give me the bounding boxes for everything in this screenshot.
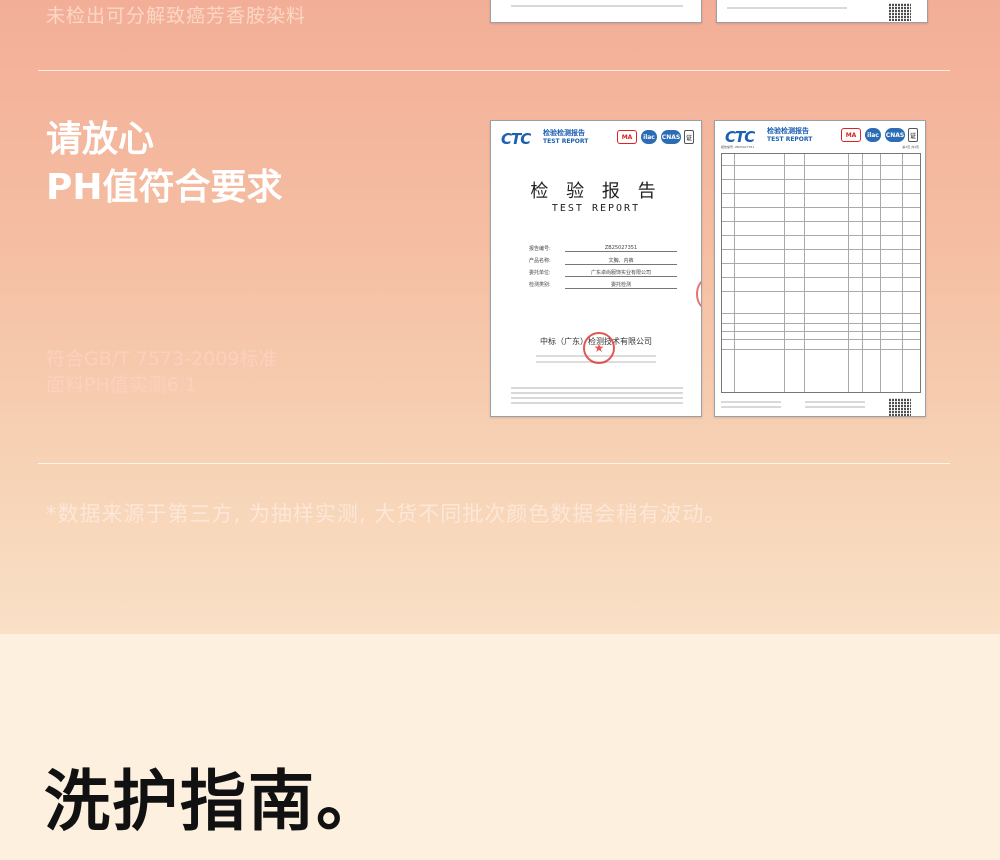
cert-badge-icon: 证: [684, 130, 694, 144]
cnas-badge-icon: CNAS: [661, 130, 681, 144]
ph-headline-line2: PH值符合要求: [46, 167, 283, 208]
fine-print-line: [727, 7, 847, 9]
table-row: [722, 166, 920, 180]
report-logo-en: TEST REPORT: [543, 138, 589, 145]
quality-section: 未检出可分解致癌芳香胺染料 请放心 PH值符合要求 符合GB/T 7573-20…: [0, 0, 1000, 634]
table-row: [722, 194, 920, 208]
official-seal-icon: ★: [583, 332, 615, 364]
report-logo-en: TEST REPORT: [767, 136, 813, 143]
report-logo-cn: 检验检测报告: [767, 127, 809, 135]
ph-headline-line1: 请放心: [46, 119, 155, 160]
fine-print-line: [511, 397, 683, 399]
ph-measured-text: 面料PH值实测6.1: [46, 374, 197, 396]
data-disclaimer: *数据来源于第三方, 为抽样实测, 大货不同批次颜色数据会稍有波动。: [46, 502, 727, 526]
previous-report-table: [716, 0, 928, 23]
ctc-logo-icon: CTC: [501, 130, 531, 148]
table-report-number: 报告编号: ZB25027351: [721, 145, 755, 149]
report-title-cn: 检 验 报 告: [530, 181, 662, 202]
divider-top: [38, 70, 950, 71]
table-row: [722, 154, 920, 166]
ilac-badge-icon: ilac: [865, 128, 881, 142]
fine-print-line: [805, 401, 865, 403]
table-row: [722, 292, 920, 314]
ma-badge-icon: MA: [617, 130, 637, 144]
report-logo-cn: 检验检测报告: [543, 129, 585, 137]
care-guide-title: 洗护指南。: [44, 763, 384, 840]
table-row: [722, 236, 920, 250]
table-page-number: 第2页 共4页: [902, 145, 919, 149]
table-row: [722, 314, 920, 324]
report-field-client: 委托单位: 广东卓尚服饰实业有限公司: [529, 269, 677, 279]
fine-print-line: [511, 402, 683, 404]
test-report-cover[interactable]: CTC 检验检测报告 TEST REPORT MA ilac CNAS 证 检 …: [490, 120, 702, 417]
ma-badge-icon: MA: [841, 128, 861, 142]
table-row: [722, 340, 920, 350]
table-row: [722, 332, 920, 340]
table-row: [722, 180, 920, 194]
fine-print-line: [511, 392, 683, 394]
ph-standard-text: 符合GB/T 7573-2009标准: [46, 348, 278, 370]
report-title-en: TEST REPORT: [551, 203, 641, 214]
ilac-badge-icon: ilac: [641, 130, 657, 144]
cnas-badge-icon: CNAS: [885, 128, 905, 142]
cert-badge-icon: 证: [908, 128, 918, 142]
table-row: [722, 250, 920, 264]
fine-print-line: [721, 401, 781, 403]
previous-report-cover: [490, 0, 702, 23]
report-field-product: 产品名称: 文胸、内裤: [529, 257, 677, 267]
table-row: [722, 278, 920, 292]
table-row: [722, 222, 920, 236]
fine-print-line: [511, 387, 683, 389]
previous-subtitle: 未检出可分解致癌芳香胺染料: [46, 5, 307, 27]
fine-print-line: [511, 5, 683, 7]
fine-print-line: [721, 406, 781, 408]
table-row: [722, 264, 920, 278]
test-report-table-page[interactable]: CTC 检验检测报告 TEST REPORT MA ilac CNAS 证 报告…: [714, 120, 926, 417]
table-row: [722, 324, 920, 332]
report-field-category: 检测类别: 委托检测: [529, 281, 677, 291]
divider-bottom: [38, 463, 950, 464]
qr-code-icon: [889, 3, 911, 21]
qr-code-icon: [889, 398, 911, 416]
results-table: [721, 153, 921, 393]
fine-print-line: [805, 406, 865, 408]
ctc-logo-icon: CTC: [725, 128, 755, 146]
report-header: CTC 检验检测报告 TEST REPORT MA ilac CNAS 证: [501, 128, 694, 150]
seal-edge-icon: [696, 279, 701, 309]
table-row: [722, 208, 920, 222]
report-field-number: 报告编号: ZB25027351: [529, 245, 677, 255]
